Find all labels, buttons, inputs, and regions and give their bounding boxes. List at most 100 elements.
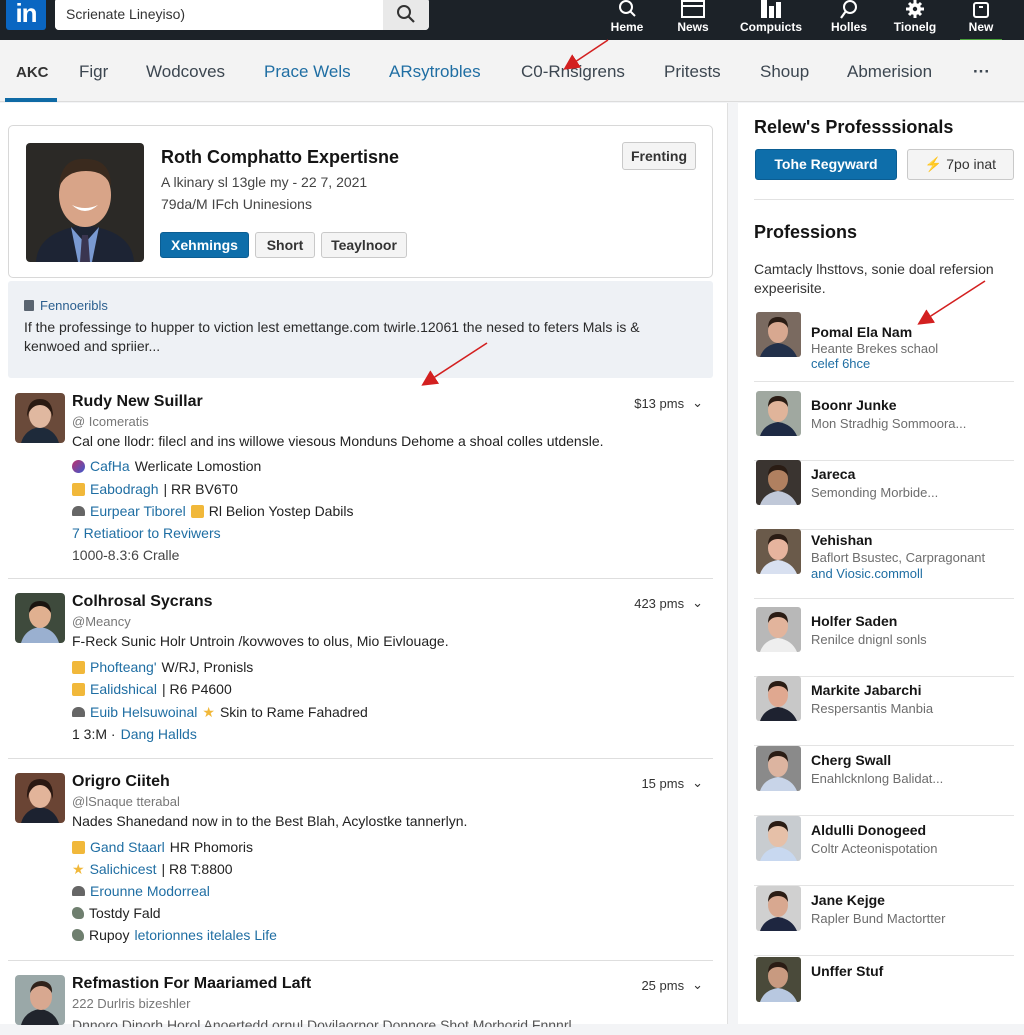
detail-link[interactable]: Dang Hallds xyxy=(121,726,197,742)
post-author[interactable]: Refmastion For Maariamed Laft xyxy=(72,975,311,993)
nav-item-holles[interactable]: Holles xyxy=(816,0,882,40)
post-avatar[interactable] xyxy=(15,593,65,643)
tab-c0-rnsigrens[interactable]: C0-Rnsigrens xyxy=(521,62,625,82)
linkedin-logo[interactable]: in xyxy=(6,0,46,30)
detail-link[interactable]: Eurpear Tiborel xyxy=(90,503,186,519)
nav-item-home[interactable]: Heme xyxy=(594,0,660,40)
nav-item-new[interactable]: New xyxy=(948,0,1014,42)
detail-link[interactable]: Salichicest xyxy=(90,861,157,877)
detail-link[interactable]: Eabodragh xyxy=(90,481,159,497)
detail-text: | RR BV6T0 xyxy=(163,481,238,497)
detail-link[interactable]: Euib Helsuwoinal xyxy=(90,704,197,720)
person-name[interactable]: Jane Kejge xyxy=(811,892,885,908)
detail-text: Skin to Rame Fahadred xyxy=(219,704,368,720)
nav-label: Heme xyxy=(610,20,644,34)
tab-prace-wels[interactable]: Prace Wels xyxy=(264,62,351,82)
person-item[interactable]: Holfer Saden Renilce dnignl sonls xyxy=(754,607,1014,677)
more-tabs-button[interactable]: ··· xyxy=(973,62,990,82)
person-link[interactable]: and Viosic.commoll xyxy=(811,566,923,581)
tab-arsytrobles[interactable]: ARsytrobles xyxy=(389,62,481,82)
post-meta: 15 pms xyxy=(641,775,685,791)
post-meta-dropdown[interactable]: 25 pms ⌄ xyxy=(641,977,703,993)
person-item[interactable]: Unffer Stuf xyxy=(754,957,1014,1027)
sidebar-secondary-button[interactable]: ⚡ 7po inat xyxy=(907,149,1014,180)
detail-link[interactable]: Gand Staarl xyxy=(90,839,165,855)
frenting-button[interactable]: Frenting xyxy=(622,142,696,170)
person-avatar[interactable] xyxy=(756,676,801,721)
post-author[interactable]: Origro Ciiteh xyxy=(72,773,170,791)
post-avatar[interactable] xyxy=(15,773,65,823)
tab-abmerision[interactable]: Abmerision xyxy=(847,62,932,82)
post-meta-dropdown[interactable]: 423 pms ⌄ xyxy=(634,595,703,611)
post-author[interactable]: Rudy New Suillar xyxy=(72,393,203,411)
person-item[interactable]: Pomal Ela Nam Heante Brekes schaol celef 6… xyxy=(754,312,1014,382)
tab-akc[interactable]: AKC xyxy=(16,64,49,81)
detail-link[interactable]: Phofteang' xyxy=(90,659,157,675)
person-title: Renilce dnignl sonls xyxy=(811,632,927,647)
person-avatar[interactable] xyxy=(756,746,801,791)
tab-figr[interactable]: Figr xyxy=(79,62,108,82)
briefcase-icon xyxy=(190,504,204,518)
person-avatar[interactable] xyxy=(756,312,801,357)
person-name[interactable]: Vehishan xyxy=(811,532,872,548)
person-name[interactable]: Boonr Junke xyxy=(811,397,897,413)
person-avatar[interactable] xyxy=(756,607,801,652)
teaylnoor-button[interactable]: Teaylnoor xyxy=(321,232,407,258)
person-avatar[interactable] xyxy=(756,460,801,505)
profile-card: Roth Comphatto Expertisne A lkinary sl 1… xyxy=(8,125,713,278)
detail-link[interactable]: Erounne Modorreal xyxy=(90,883,210,899)
person-item[interactable]: Markite Jabarchi Respersantis Manbia xyxy=(754,676,1014,746)
person-name[interactable]: Jareca xyxy=(811,466,855,482)
person-item[interactable]: Vehishan Baflort Bsustec, Carpragonant and… xyxy=(754,529,1014,599)
person-avatar[interactable] xyxy=(756,816,801,861)
reviewers-link[interactable]: 7 Retiatioor to Reviwers xyxy=(72,525,221,541)
person-item[interactable]: Aldulli Donogeed Coltr Acteonispotation xyxy=(754,816,1014,886)
person-item[interactable]: Jareca Semonding Morbide... xyxy=(754,460,1014,530)
detail-link[interactable]: letorionnes itelales Life xyxy=(134,927,276,943)
person-avatar[interactable] xyxy=(756,957,801,1002)
person-item[interactable]: Jane Kejge Rapler Bund Mactortter xyxy=(754,886,1014,956)
person-name[interactable]: Pomal Ela Nam xyxy=(811,324,912,340)
post-detail: ★ Salichicest | R8 T:8800 xyxy=(72,861,233,877)
profile-photo[interactable] xyxy=(26,143,144,262)
person-name[interactable]: Cherg Swall xyxy=(811,752,891,768)
post-author[interactable]: Colhrosal Sycrans xyxy=(72,593,213,611)
briefcase-icon xyxy=(72,682,85,696)
person-avatar[interactable] xyxy=(756,391,801,436)
nav-item-tionelg[interactable]: Tionelg xyxy=(882,0,948,40)
sidebar-primary-button[interactable]: Tohe Regyward xyxy=(755,149,897,180)
person-item[interactable]: Cherg Swall Enahlcknlong Balidat... xyxy=(754,746,1014,816)
person-name[interactable]: Holfer Saden xyxy=(811,613,897,629)
post-meta: 423 pms xyxy=(634,595,685,611)
xehmings-button[interactable]: Xehmings xyxy=(160,232,249,258)
post-meta-dropdown[interactable]: 15 pms ⌄ xyxy=(641,775,703,791)
post-detail: CafHa Werlicate Lomostion xyxy=(72,458,261,474)
person-link[interactable]: celef 6hce xyxy=(811,356,870,371)
post-meta-dropdown[interactable]: $13 pms ⌄ xyxy=(634,395,703,411)
post-handle: @lSnaque tterabal xyxy=(72,794,180,809)
nav-item-compuicts[interactable]: Compuicts xyxy=(726,0,816,40)
post-avatar[interactable] xyxy=(15,393,65,443)
tab-pritests[interactable]: Pritests xyxy=(664,62,721,82)
person-name[interactable]: Markite Jabarchi xyxy=(811,682,922,698)
person-avatar[interactable] xyxy=(756,886,801,931)
person-name[interactable]: Aldulli Donogeed xyxy=(811,822,926,838)
person-item[interactable]: Boonr Junke Mon Stradhig Sommoora... xyxy=(754,391,1014,461)
graduation-icon xyxy=(72,886,85,896)
chevron-down-icon: ⌄ xyxy=(692,395,703,410)
tab-shoup[interactable]: Shoup xyxy=(760,62,809,82)
tab-wodcoves[interactable]: Wodcoves xyxy=(146,62,225,82)
person-avatar[interactable] xyxy=(756,529,801,574)
search-input[interactable] xyxy=(55,0,383,30)
nav-item-news[interactable]: News xyxy=(660,0,726,40)
notice-title[interactable]: Fennoeribls xyxy=(24,298,108,313)
post-avatar[interactable] xyxy=(15,975,65,1025)
feed-post: Rudy New Suillar @ Icomeratis $13 pms ⌄ C… xyxy=(8,393,713,579)
detail-link[interactable]: Ealidshical xyxy=(90,681,157,697)
short-button[interactable]: Short xyxy=(255,232,315,258)
gear-icon xyxy=(906,0,924,18)
detail-link[interactable]: CafHa xyxy=(90,458,130,474)
search-button[interactable] xyxy=(383,0,429,30)
post-detail: Erounne Modorreal xyxy=(72,883,210,899)
person-name[interactable]: Unffer Stuf xyxy=(811,963,883,979)
